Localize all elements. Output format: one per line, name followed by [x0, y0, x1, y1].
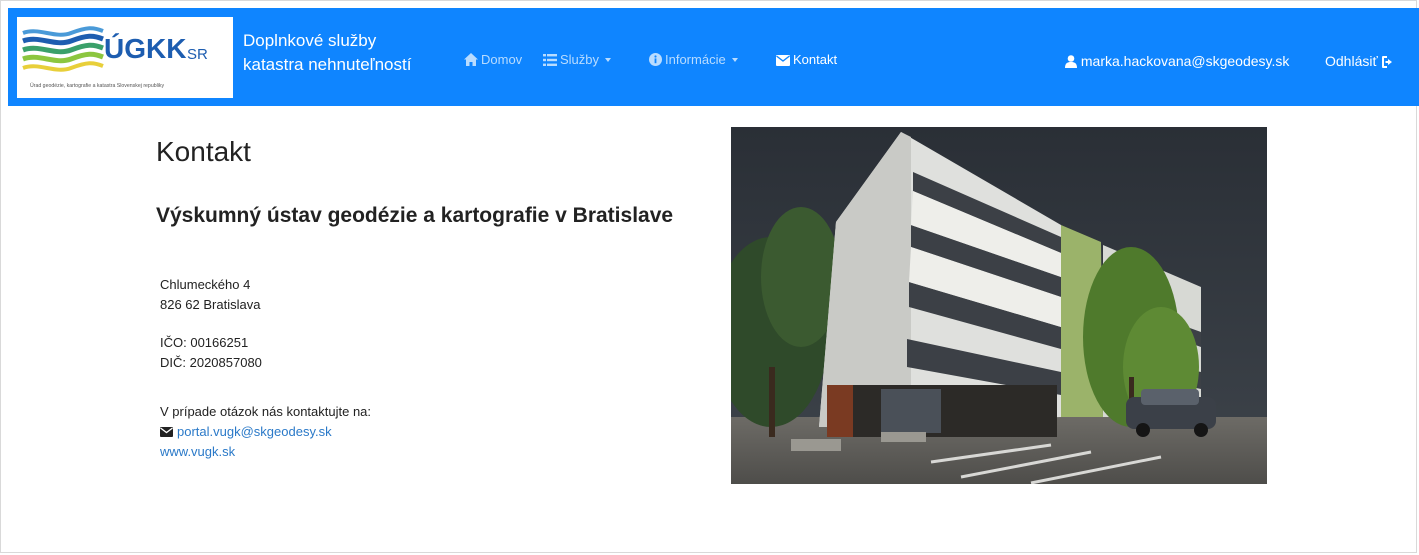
nav-home[interactable]: Domov — [464, 53, 522, 67]
list-icon — [543, 54, 557, 66]
nav-contact[interactable]: Kontakt — [776, 53, 837, 67]
contact-block: V prípade otázok nás kontaktujte na: por… — [160, 402, 371, 462]
envelope-icon — [160, 427, 173, 437]
logout-button[interactable]: Odhlásiť — [1325, 53, 1395, 69]
organization-name: Výskumný ústav geodézie a kartografie v … — [156, 204, 674, 227]
app-brand[interactable]: Doplnkové služby katastra nehnuteľností — [243, 29, 411, 77]
logo-subtitle: Úrad geodézie, kartografie a katastra Sl… — [30, 83, 165, 89]
brand-line-1: Doplnkové služby — [243, 31, 377, 50]
user-icon — [1065, 55, 1077, 68]
nav-home-label: Domov — [481, 52, 523, 67]
nav-services[interactable]: Služby — [543, 52, 612, 67]
chevron-down-icon — [731, 58, 738, 62]
nav-services-label: Služby — [560, 52, 600, 67]
page-title: Kontakt — [156, 136, 251, 167]
website-link[interactable]: www.vugk.sk — [160, 444, 235, 459]
email-row: portal.vugk@skgeodesy.sk — [160, 422, 371, 442]
address-street: Chlumeckého 4 — [160, 277, 251, 292]
logo-waves-icon — [22, 26, 104, 72]
dic-value: DIČ: 2020857080 — [160, 355, 262, 370]
building-photo — [731, 127, 1267, 484]
ugkk-logo[interactable]: ÚGKK SR Úrad geodézie, kartografie a kat… — [17, 17, 233, 98]
ico-value: IČO: 00166251 — [160, 335, 249, 350]
brand-line-2: katastra nehnuteľností — [243, 55, 412, 74]
info-icon — [649, 53, 662, 66]
email-link[interactable]: portal.vugk@skgeodesy.sk — [177, 424, 332, 439]
address-city: 826 62 Bratislava — [160, 297, 261, 312]
user-account[interactable]: marka.hackovana@skgeodesy.sk — [1065, 53, 1289, 69]
logo-sr-text: SR — [187, 46, 208, 63]
logout-icon — [1381, 56, 1392, 68]
chevron-down-icon — [605, 58, 612, 62]
contact-prompt: V prípade otázok nás kontaktujte na: — [160, 404, 372, 419]
nav-contact-label: Kontakt — [793, 52, 838, 67]
top-navbar: ÚGKK SR Úrad geodézie, kartografie a kat… — [8, 8, 1419, 106]
envelope-icon — [776, 55, 790, 66]
logo-main-text: ÚGKK — [104, 33, 187, 64]
logout-label: Odhlásiť — [1325, 53, 1378, 69]
nav-info[interactable]: Informácie — [649, 53, 738, 67]
nav-info-label: Informácie — [665, 52, 726, 67]
company-ids: IČO: 00166251 DIČ: 2020857080 — [160, 333, 262, 373]
address-block: Chlumeckého 4 826 62 Bratislava — [160, 275, 260, 315]
building-illustration — [731, 127, 1267, 484]
user-email: marka.hackovana@skgeodesy.sk — [1080, 53, 1290, 69]
home-icon — [464, 53, 478, 66]
